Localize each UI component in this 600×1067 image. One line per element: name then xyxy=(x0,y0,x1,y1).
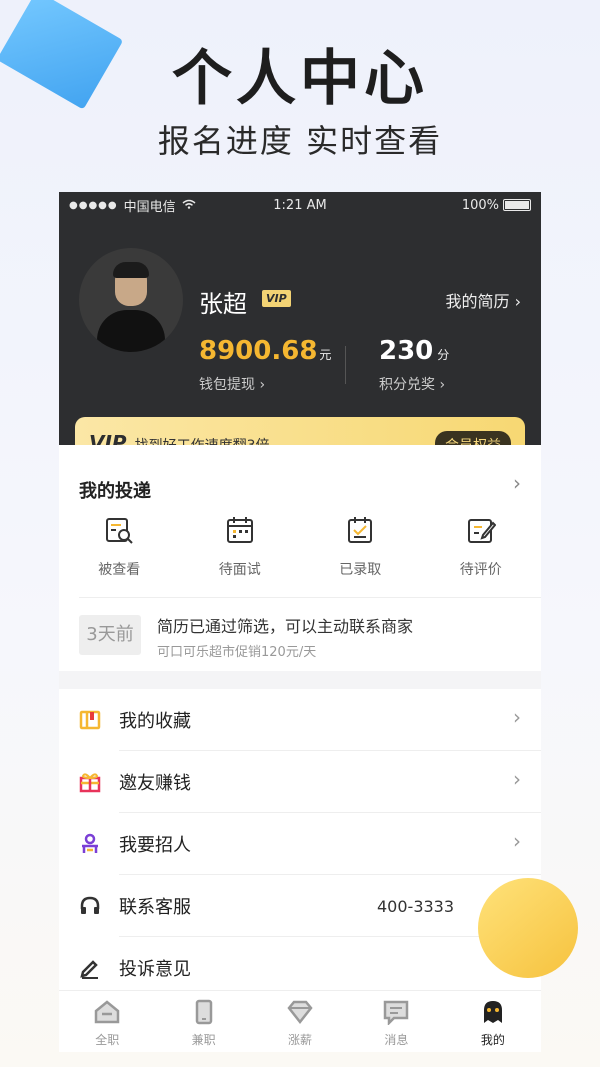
chevron-right-icon[interactable]: › xyxy=(513,471,521,495)
profile-header: 张超 VIP 我的简历 › 8900.68 元 钱包提现 › 230 分 积分兑奖 … xyxy=(59,218,541,473)
menu-label: 联系客服 xyxy=(119,897,191,918)
menu-list: 我的收藏 › 邀友赚钱 › 我要招人 › 联系客服 400-3333 投诉意见 xyxy=(59,689,541,999)
user-name: 张超 xyxy=(199,290,247,318)
points-balance[interactable]: 230 分 xyxy=(379,336,449,366)
hero-subtitle: 报名进度 实时查看 xyxy=(157,122,443,160)
stat-review[interactable]: 待评价 xyxy=(421,515,542,579)
status-time: 1:21 AM xyxy=(273,197,327,213)
delivery-stats: 被查看 待面试 已录取 待评价 xyxy=(59,515,541,579)
accepted-icon xyxy=(345,515,375,545)
menu-label: 投诉意见 xyxy=(119,959,191,980)
menu-item-invite[interactable]: 邀友赚钱 › xyxy=(59,751,541,813)
wallet-amount: 8900.68 xyxy=(199,336,318,366)
my-resume-link[interactable]: 我的简历 › xyxy=(446,288,522,312)
wallet-unit: 元 xyxy=(319,348,332,362)
chevron-right-icon: › xyxy=(513,829,521,853)
notice-job: 可口可乐超市促销120元/天 xyxy=(157,645,317,660)
status-bar: ●●●●● 中国电信 1:21 AM 100% xyxy=(59,192,541,218)
chevron-right-icon: › xyxy=(513,767,521,791)
viewed-icon xyxy=(104,515,134,545)
my-deliveries-card: 我的投递 › 被查看 待面试 已录取 待评价 3天前 简历已通过筛选，可以主动联… xyxy=(59,445,541,671)
points-redeem-link[interactable]: 积分兑奖 › xyxy=(379,374,445,394)
menu-item-favorites[interactable]: 我的收藏 › xyxy=(59,689,541,751)
headset-icon xyxy=(79,895,101,917)
menu-label: 我的收藏 xyxy=(119,711,191,732)
diamond-icon xyxy=(286,999,314,1025)
edit-icon xyxy=(79,957,101,979)
message-icon xyxy=(382,999,410,1027)
tab-messages[interactable]: 消息 xyxy=(348,991,444,1052)
wallet-balance[interactable]: 8900.68 元 xyxy=(199,336,331,366)
stat-viewed[interactable]: 被查看 xyxy=(59,515,180,579)
parttime-icon xyxy=(190,999,218,1025)
menu-item-recruit[interactable]: 我要招人 › xyxy=(59,813,541,875)
points-unit: 分 xyxy=(437,348,450,362)
notice-message: 简历已通过筛选，可以主动联系商家 xyxy=(157,617,414,636)
calendar-icon xyxy=(225,515,255,545)
tab-label: 涨薪 xyxy=(288,1033,313,1047)
stat-label: 被查看 xyxy=(98,562,141,578)
stat-accepted[interactable]: 已录取 xyxy=(300,515,421,579)
tab-label: 兼职 xyxy=(191,1033,216,1047)
tab-label: 我的 xyxy=(480,1033,505,1047)
stat-label: 待评价 xyxy=(459,562,502,578)
fulltime-icon xyxy=(93,999,121,1025)
points-amount: 230 xyxy=(379,336,434,366)
menu-label: 我要招人 xyxy=(119,835,191,856)
divider xyxy=(345,346,346,384)
chevron-right-icon: › xyxy=(513,705,521,729)
divider xyxy=(79,597,541,598)
menu-item-customer-service[interactable]: 联系客服 400-3333 xyxy=(59,875,541,937)
wallet-withdraw-link[interactable]: 钱包提现 › xyxy=(199,374,265,394)
stat-label: 待面试 xyxy=(218,562,261,578)
decorative-yellow-circle xyxy=(478,878,578,978)
stat-interview[interactable]: 待面试 xyxy=(180,515,301,579)
battery-icon xyxy=(503,199,531,211)
favorites-icon xyxy=(79,709,101,731)
review-icon xyxy=(466,515,497,545)
tab-label: 全职 xyxy=(95,1033,120,1047)
phone-screen: ●●●●● 中国电信 1:21 AM 100% 张超 VIP 我的简历 › 89… xyxy=(59,192,541,1052)
tab-parttime[interactable]: 兼职 xyxy=(155,991,251,1052)
me-icon xyxy=(479,999,507,1025)
gift-icon xyxy=(79,771,101,793)
stat-label: 已录取 xyxy=(339,562,382,578)
hero-title: 个人中心 xyxy=(172,44,428,114)
bottom-tab-bar: 全职 兼职 涨薪 消息 我的 xyxy=(59,990,541,1052)
tab-me[interactable]: 我的 xyxy=(445,991,541,1052)
service-phone[interactable]: 400-3333 xyxy=(377,897,454,916)
delivery-notice[interactable]: 3天前 简历已通过筛选，可以主动联系商家 可口可乐超市促销120元/天 xyxy=(79,613,521,669)
menu-label: 邀友赚钱 xyxy=(119,773,191,794)
my-deliveries-title[interactable]: 我的投递 xyxy=(79,477,151,503)
tab-label: 消息 xyxy=(384,1033,409,1047)
recruit-icon xyxy=(79,833,101,855)
tab-raise[interactable]: 涨薪 xyxy=(252,991,348,1052)
avatar[interactable] xyxy=(79,248,183,352)
tab-fulltime[interactable]: 全职 xyxy=(59,991,155,1052)
vip-badge: VIP xyxy=(262,290,291,307)
notice-days-ago: 3天前 xyxy=(79,615,141,655)
